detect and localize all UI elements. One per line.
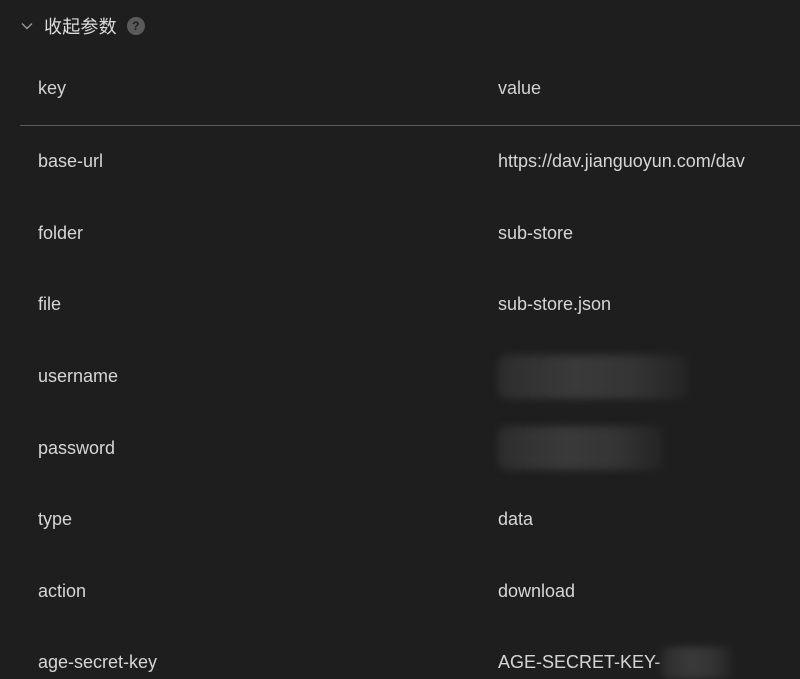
param-value-redacted	[480, 426, 800, 471]
table-row: action download	[20, 556, 800, 628]
param-key: age-secret-key	[38, 652, 158, 673]
param-value: sub-store.json	[498, 294, 612, 315]
chevron-down-icon[interactable]	[20, 19, 34, 33]
collapse-params-toggle[interactable]: 收起参数 ?	[20, 12, 145, 40]
param-value: sub-store	[498, 222, 574, 243]
param-key: file	[38, 294, 62, 315]
redaction-blur	[498, 354, 688, 399]
param-key: base-url	[38, 151, 104, 172]
table-row: age-secret-key AGE-SECRET-KEY-	[20, 627, 800, 679]
secret-key-prefix: AGE-SECRET-KEY-	[498, 651, 661, 672]
table-row: folder sub-store	[20, 198, 800, 270]
param-value: data	[498, 509, 534, 530]
param-value-redacted	[480, 354, 800, 399]
table-row: type data	[20, 484, 800, 556]
param-key: action	[38, 580, 87, 601]
column-header-key: key	[38, 78, 67, 98]
table-row: username	[20, 341, 800, 413]
param-value: https://dav.jianguoyun.com/dav	[498, 151, 745, 172]
param-value: download	[498, 580, 576, 601]
params-panel: 收起参数 ? key value base-url https://dav.ji…	[0, 0, 800, 679]
param-key: type	[38, 509, 73, 530]
help-icon[interactable]: ?	[126, 17, 145, 35]
table-row: file sub-store.json	[20, 269, 800, 341]
param-key: password	[38, 437, 116, 458]
table-row: password	[20, 412, 800, 484]
params-table: key value base-url https://dav.jianguoyu…	[20, 52, 800, 679]
param-key: username	[38, 366, 119, 387]
param-value: AGE-SECRET-KEY-	[480, 646, 800, 679]
param-key: folder	[38, 222, 84, 243]
redaction-blur	[662, 646, 733, 679]
table-header: key value	[20, 52, 800, 126]
column-header-value: value	[498, 78, 542, 98]
section-title[interactable]: 收起参数	[44, 13, 117, 39]
redaction-blur	[498, 426, 663, 471]
table-row: base-url https://dav.jianguoyun.com/dav	[20, 126, 800, 198]
